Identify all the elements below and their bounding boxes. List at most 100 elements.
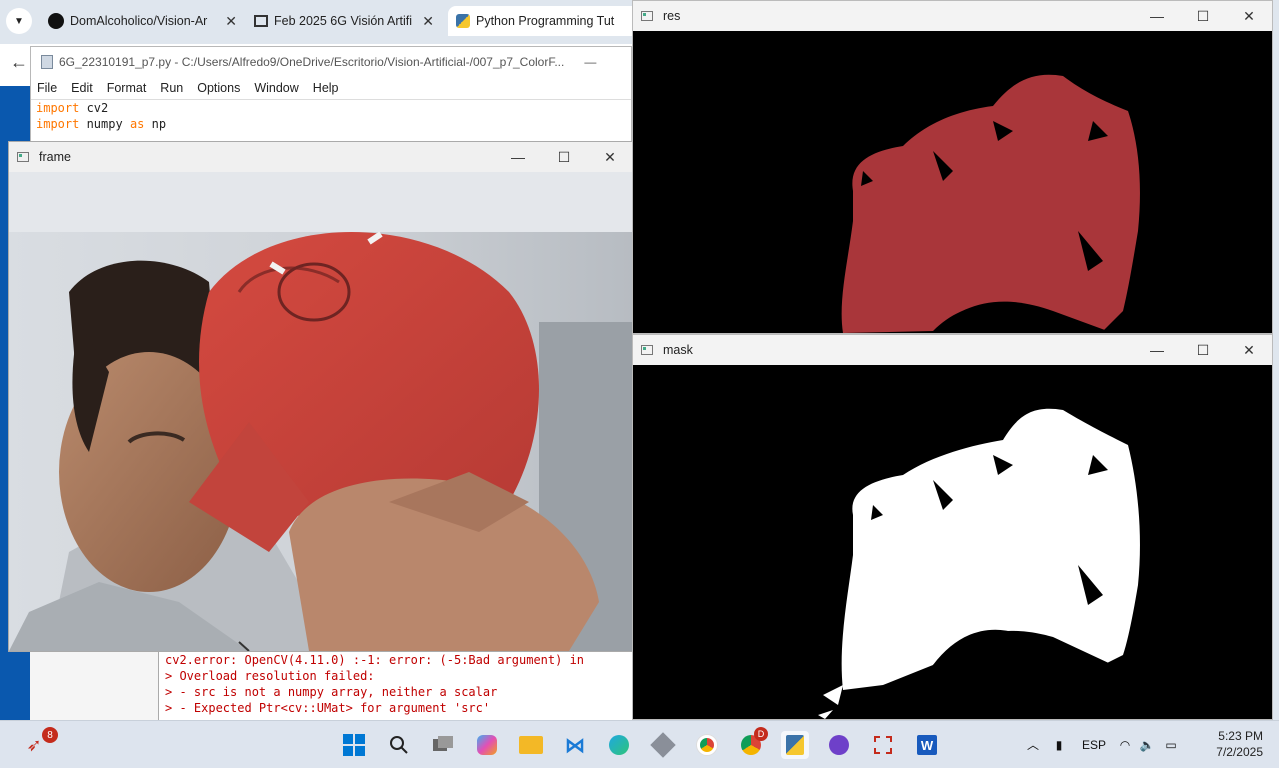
chrome-profile-icon[interactable]: D bbox=[737, 727, 768, 759]
opencv-window-icon bbox=[641, 345, 653, 355]
code-editor[interactable]: import cv2 import numpy as np bbox=[31, 100, 631, 132]
idle-editor-window: 6G_22310191_p7.py - C:/Users/Alfredo9/On… bbox=[30, 46, 632, 142]
browser-tab-github[interactable]: DomAlcoholico/Vision-Ar ✕ bbox=[40, 6, 245, 36]
chrome-icon[interactable] bbox=[693, 731, 721, 759]
keyword: import bbox=[36, 101, 80, 115]
github-desktop-icon[interactable] bbox=[825, 731, 853, 759]
edge-icon[interactable] bbox=[605, 731, 633, 759]
keyword: as bbox=[129, 117, 145, 131]
window-controls: — ☐ ✕ bbox=[495, 142, 633, 172]
start-icon[interactable] bbox=[340, 731, 368, 759]
window-title: 6G_22310191_p7.py - C:/Users/Alfredo9/On… bbox=[59, 55, 565, 69]
python-idle-icon[interactable] bbox=[781, 731, 809, 759]
webcam-frame-image bbox=[9, 172, 633, 651]
clock-date: 7/2/2025 bbox=[1216, 745, 1263, 759]
widgets-button[interactable]: ➶ 8 bbox=[20, 727, 58, 759]
menu-options[interactable]: Options bbox=[197, 81, 240, 95]
code-line: import numpy as np bbox=[36, 116, 631, 132]
mask-titlebar: mask — ☐ ✕ bbox=[633, 335, 1272, 365]
classroom-icon bbox=[254, 15, 268, 27]
opencv-window-icon bbox=[17, 152, 29, 162]
tab-title: Feb 2025 6G Visión Artifi bbox=[274, 14, 413, 28]
minimize-icon[interactable]: — bbox=[495, 142, 541, 172]
menu-window[interactable]: Window bbox=[254, 81, 298, 95]
menu-edit[interactable]: Edit bbox=[71, 81, 93, 95]
back-arrow-icon[interactable]: ← bbox=[10, 52, 28, 73]
error-line: > Overload resolution failed: bbox=[165, 669, 375, 683]
tab-title: Python Programming Tut bbox=[476, 14, 615, 28]
sports-widget-icon: ➶ bbox=[26, 734, 42, 755]
close-icon[interactable]: ✕ bbox=[1226, 1, 1272, 31]
chevron-up-icon[interactable]: ︿ bbox=[1022, 736, 1044, 753]
copilot-icon[interactable] bbox=[473, 731, 501, 759]
vscode-icon[interactable]: ⋈ bbox=[561, 731, 589, 759]
clock-time: 5:23 PM bbox=[1218, 729, 1263, 743]
task-view-icon[interactable] bbox=[429, 731, 457, 759]
error-line: > - Expected Ptr<cv::UMat> for argument … bbox=[165, 701, 491, 715]
wifi-icon[interactable]: ◠ bbox=[1114, 738, 1136, 752]
error-line: > - src is not a numpy array, neither a … bbox=[165, 685, 498, 699]
maximize-icon[interactable]: ☐ bbox=[541, 142, 587, 172]
system-tray: ︿ ▮ ESP ◠ 🔈 ▭ bbox=[1022, 721, 1184, 768]
minimize-icon[interactable]: — bbox=[1134, 335, 1180, 365]
res-masked-image bbox=[633, 31, 1272, 333]
idle-shell-output[interactable]: cv2.error: OpenCV(4.11.0) :-1: error: (-… bbox=[158, 648, 633, 720]
opencv-window-icon bbox=[641, 11, 653, 21]
python-file-icon bbox=[41, 55, 53, 69]
browser-tab-python[interactable]: Python Programming Tut bbox=[448, 6, 640, 36]
mask-window: mask — ☐ ✕ bbox=[632, 334, 1273, 720]
maximize-icon[interactable]: ☐ bbox=[1180, 1, 1226, 31]
word-icon[interactable]: W bbox=[913, 731, 941, 759]
frame-window: frame — ☐ ✕ bbox=[8, 141, 634, 652]
volume-icon[interactable]: 🔈 bbox=[1136, 738, 1158, 752]
taskbar: ➶ 8 ⋈ D W ︿ ▮ ESP ◠ 🔈 ▭ 5:23 PM 7/2/2025 bbox=[0, 720, 1279, 768]
menu-run[interactable]: Run bbox=[160, 81, 183, 95]
close-icon[interactable]: ✕ bbox=[1226, 335, 1272, 365]
window-title: res bbox=[663, 9, 681, 23]
clock[interactable]: 5:23 PM 7/2/2025 bbox=[1216, 728, 1263, 760]
window-controls: — ☐ ✕ bbox=[1134, 1, 1272, 31]
search-icon[interactable] bbox=[385, 731, 413, 759]
keyword: import bbox=[36, 117, 80, 131]
idle-menubar: File Edit Format Run Options Window Help bbox=[31, 77, 631, 100]
language-indicator[interactable]: ESP bbox=[1074, 738, 1114, 752]
chevron-down-icon: ▼ bbox=[14, 15, 24, 27]
res-image bbox=[633, 31, 1272, 333]
code-text: cv2 bbox=[79, 101, 109, 115]
code-text: np bbox=[144, 117, 167, 131]
webcam-photo bbox=[9, 172, 633, 651]
menu-file[interactable]: File bbox=[37, 81, 57, 95]
error-line: cv2.error: OpenCV(4.11.0) :-1: error: (-… bbox=[165, 653, 585, 667]
res-titlebar: res — ☐ ✕ bbox=[633, 1, 1272, 31]
code-line: import cv2 bbox=[36, 100, 631, 116]
menu-format[interactable]: Format bbox=[107, 81, 147, 95]
code-text: numpy bbox=[79, 117, 130, 131]
menu-help[interactable]: Help bbox=[313, 81, 339, 95]
minimize-icon[interactable]: — bbox=[1134, 1, 1180, 31]
profile-badge: D bbox=[754, 727, 768, 741]
snipping-tool-icon[interactable] bbox=[869, 731, 897, 759]
close-icon[interactable]: ✕ bbox=[225, 13, 237, 30]
maximize-icon[interactable]: ☐ bbox=[1180, 335, 1226, 365]
minimize-icon[interactable]: — bbox=[584, 55, 596, 69]
close-icon[interactable]: ✕ bbox=[587, 142, 633, 172]
notification-badge: 8 bbox=[42, 727, 58, 743]
browser-tab-classroom[interactable]: Feb 2025 6G Visión Artifi ✕ bbox=[246, 6, 442, 36]
close-icon[interactable]: ✕ bbox=[422, 13, 434, 30]
window-title: mask bbox=[663, 343, 693, 357]
idle-titlebar: 6G_22310191_p7.py - C:/Users/Alfredo9/On… bbox=[31, 47, 631, 77]
window-title: frame bbox=[39, 150, 71, 164]
tab-title: DomAlcoholico/Vision-Ar bbox=[70, 14, 208, 28]
error-output: cv2.error: OpenCV(4.11.0) :-1: error: (-… bbox=[159, 648, 633, 716]
windows-logo-icon bbox=[343, 734, 365, 756]
battery-icon[interactable]: ▭ bbox=[1158, 738, 1184, 752]
github-icon bbox=[48, 13, 64, 29]
file-explorer-icon[interactable] bbox=[517, 731, 545, 759]
res-window: res — ☐ ✕ bbox=[632, 0, 1273, 334]
virtualbox-icon[interactable] bbox=[649, 731, 677, 759]
python-icon bbox=[456, 14, 470, 28]
storage-icon[interactable]: ▮ bbox=[1044, 738, 1074, 752]
window-controls: — ☐ ✕ bbox=[1134, 335, 1272, 365]
frame-titlebar: frame — ☐ ✕ bbox=[9, 142, 633, 172]
tab-list-button[interactable]: ▼ bbox=[6, 8, 32, 34]
